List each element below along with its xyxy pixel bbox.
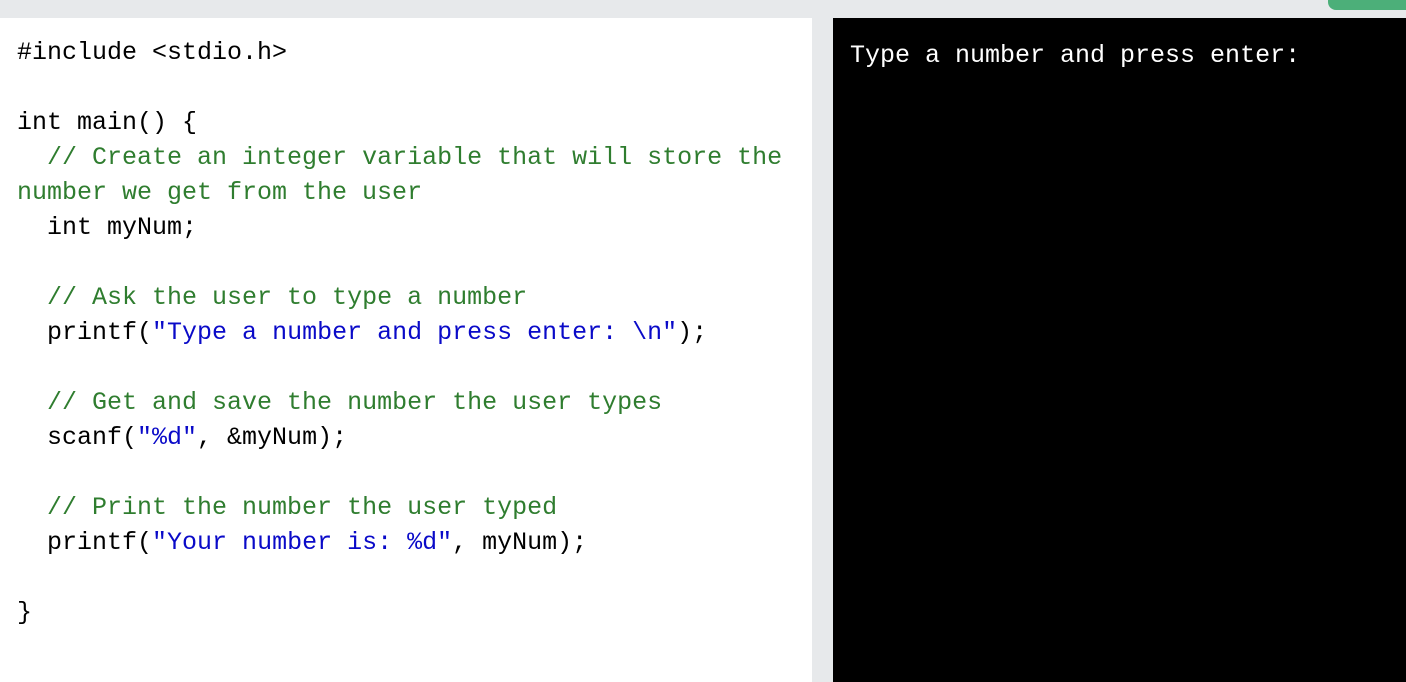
code-token: } [17, 598, 33, 627]
code-token: #include <stdio.h> [17, 38, 288, 67]
code-editor-text[interactable]: #include <stdio.h> int main() { // Create… [17, 35, 797, 630]
code-line: // Get and save the number the user type… [17, 385, 797, 420]
code-comment: // Print the number the user typed [47, 493, 558, 522]
code-line: } [17, 595, 797, 630]
code-line: int myNum; [17, 210, 797, 245]
code-line: scanf("%d", &myNum); [17, 420, 797, 455]
code-line: // Create an integer variable that will … [17, 140, 797, 210]
code-comment: // Ask the user to type a number [47, 283, 528, 312]
code-comment: // Get and save the number the user type… [47, 388, 663, 417]
code-string: "Your number is: %d" [152, 528, 453, 557]
code-token: scanf( [17, 423, 138, 452]
code-token: ); [677, 318, 708, 347]
code-editor-panel[interactable]: #include <stdio.h> int main() { // Create… [0, 18, 812, 682]
code-token: , myNum); [452, 528, 588, 557]
top-toolbar [0, 0, 1406, 18]
code-line: // Ask the user to type a number [17, 280, 797, 315]
code-token: printf( [17, 528, 153, 557]
code-line: int main() { [17, 105, 797, 140]
code-line: printf("Your number is: %d", myNum); [17, 525, 797, 560]
code-token: , &myNum); [197, 423, 348, 452]
code-token: printf( [17, 318, 153, 347]
code-comment: // Create an integer variable that will … [17, 143, 798, 207]
code-line: printf("Type a number and press enter: \… [17, 315, 797, 350]
code-token: int main() { [17, 108, 198, 137]
code-line: // Print the number the user typed [17, 490, 797, 525]
code-string: "Type a number and press enter: \n" [152, 318, 678, 347]
run-button[interactable] [1328, 0, 1406, 10]
output-panel: Type a number and press enter: [833, 18, 1406, 682]
output-text: Type a number and press enter: [850, 41, 1301, 70]
try-it-editor-window: #include <stdio.h> int main() { // Create… [0, 0, 1406, 682]
code-token: int myNum; [17, 213, 198, 242]
code-line: #include <stdio.h> [17, 35, 797, 70]
code-string: "%d" [137, 423, 198, 452]
